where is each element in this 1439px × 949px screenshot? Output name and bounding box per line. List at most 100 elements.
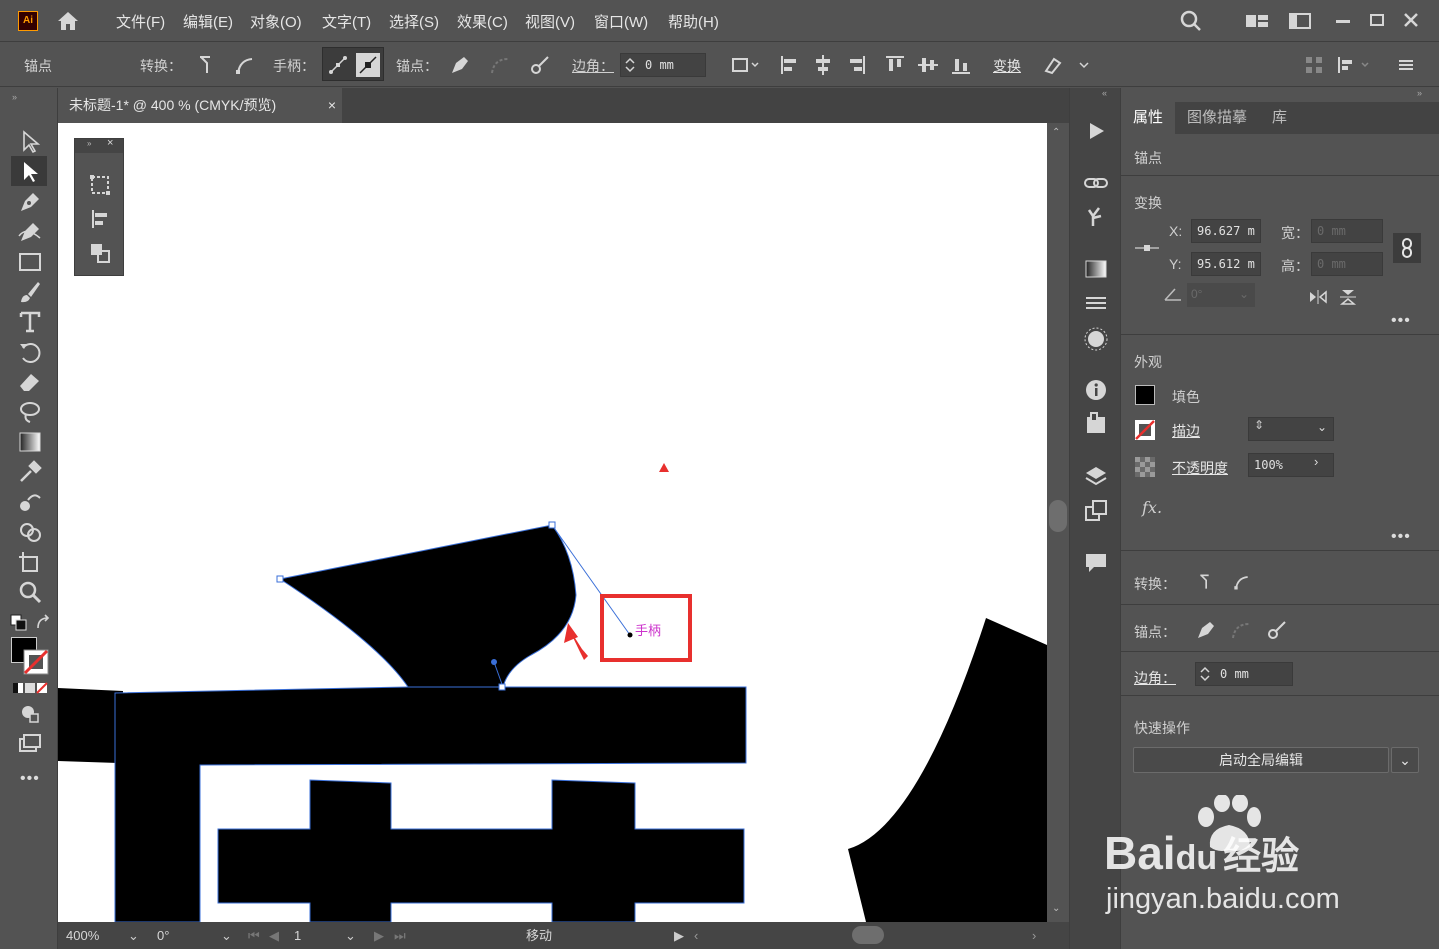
scroll-down-icon[interactable]: ⌄ bbox=[1052, 903, 1060, 914]
stroke-label[interactable]: 描边 bbox=[1172, 421, 1200, 441]
vertical-scroll-thumb[interactable] bbox=[1049, 500, 1067, 532]
align-bottom-icon[interactable] bbox=[949, 53, 973, 77]
minimize-icon[interactable] bbox=[1330, 9, 1356, 33]
fill-swatch[interactable] bbox=[1135, 385, 1155, 405]
control-transform-link[interactable]: 变换 bbox=[993, 56, 1021, 76]
workspace-icon[interactable] bbox=[1287, 9, 1313, 33]
shape-tools-icon[interactable] bbox=[730, 53, 762, 77]
swap-colors-icon[interactable] bbox=[34, 614, 52, 632]
last-artboard-icon[interactable]: ⏭ bbox=[394, 926, 406, 946]
align-top-icon[interactable] bbox=[883, 53, 907, 77]
rotation-value[interactable]: 0° bbox=[157, 926, 169, 946]
panel-menu-icon[interactable] bbox=[1394, 53, 1418, 77]
lasso-tool-icon[interactable] bbox=[16, 398, 44, 426]
next-artboard-icon[interactable]: ▶ bbox=[374, 926, 384, 946]
panel-cut-path-icon[interactable] bbox=[1265, 618, 1289, 642]
zoom-tool-icon[interactable] bbox=[16, 578, 44, 606]
links-icon[interactable] bbox=[1083, 170, 1109, 196]
y-position-field[interactable]: 95.612 m bbox=[1191, 252, 1261, 276]
curvature-tool-icon[interactable] bbox=[16, 218, 44, 246]
convert-corner-icon[interactable] bbox=[196, 53, 220, 77]
artwork[interactable] bbox=[58, 123, 1047, 922]
eraser-tool-icon[interactable] bbox=[16, 368, 44, 396]
vertical-scrollbar[interactable]: ⌃ ⌄ bbox=[1047, 123, 1069, 922]
tab-properties[interactable]: 属性 bbox=[1121, 102, 1176, 134]
panel-remove-anchor-icon[interactable] bbox=[1194, 618, 1218, 642]
artboard-tool-icon[interactable] bbox=[16, 548, 44, 576]
show-handles-icon[interactable] bbox=[326, 53, 350, 77]
fx-icon[interactable]: fx. bbox=[1142, 498, 1162, 517]
document-tab[interactable]: 未标题-1* @ 400 % (CMYK/预览) × bbox=[58, 88, 342, 123]
color-mode-icons[interactable] bbox=[12, 682, 48, 694]
floating-panel-header[interactable] bbox=[75, 139, 123, 153]
arrange-documents-icon[interactable] bbox=[1244, 9, 1270, 33]
menu-file[interactable]: 文件(F) bbox=[116, 11, 165, 32]
artboard-dropdown-icon[interactable]: ⌄ bbox=[345, 926, 356, 946]
transform-panel-icon[interactable] bbox=[88, 173, 112, 197]
close-window-icon[interactable] bbox=[1398, 9, 1424, 33]
status-action[interactable]: 移动 bbox=[526, 926, 552, 946]
zoom-level[interactable]: 400% bbox=[66, 926, 99, 946]
home-icon[interactable] bbox=[56, 10, 80, 32]
align-hcenter-icon[interactable] bbox=[811, 53, 835, 77]
artboards-panel-icon[interactable] bbox=[1083, 498, 1109, 524]
convert-smooth-icon[interactable] bbox=[232, 53, 256, 77]
cut-path-icon[interactable] bbox=[528, 53, 552, 77]
stroke-swatch[interactable] bbox=[1134, 419, 1156, 441]
blend-tool-icon[interactable] bbox=[16, 488, 44, 516]
draw-mode-icon[interactable] bbox=[16, 700, 44, 728]
rectangle-tool-icon[interactable] bbox=[16, 248, 44, 276]
prev-artboard-icon[interactable]: ◀ bbox=[269, 926, 279, 946]
eyedropper-tool-icon[interactable] bbox=[16, 458, 44, 486]
opacity-label[interactable]: 不透明度 bbox=[1172, 458, 1228, 478]
scroll-right-icon[interactable]: › bbox=[1032, 926, 1036, 946]
control-corner-label[interactable]: 边角： bbox=[572, 56, 614, 76]
hide-handles-icon[interactable] bbox=[356, 53, 380, 77]
info-icon[interactable] bbox=[1083, 377, 1109, 403]
stroke-weight-field[interactable]: ⇕ ⌄ bbox=[1248, 417, 1334, 441]
tab-libraries[interactable]: 库 bbox=[1260, 102, 1299, 134]
direct-selection-tool-icon[interactable] bbox=[16, 158, 44, 186]
distribute-icon[interactable] bbox=[1334, 53, 1374, 77]
collapse-dock-icon[interactable]: « bbox=[1102, 88, 1107, 98]
menu-window[interactable]: 窗口(W) bbox=[594, 11, 648, 32]
selection-tool-icon[interactable] bbox=[16, 128, 44, 156]
constrain-proportions-icon[interactable] bbox=[1393, 233, 1421, 263]
opacity-expand-icon[interactable]: › bbox=[1314, 454, 1318, 469]
panel-corner-stepper-icon[interactable] bbox=[1199, 666, 1211, 682]
screen-mode-icon[interactable] bbox=[16, 730, 44, 758]
appearance-panel-icon[interactable] bbox=[1083, 326, 1109, 352]
global-edit-button[interactable]: 启动全局编辑 bbox=[1133, 747, 1389, 773]
menu-effect[interactable]: 效果(C) bbox=[457, 11, 508, 32]
floating-close-icon[interactable]: × bbox=[107, 137, 113, 149]
flip-vertical-icon[interactable] bbox=[1337, 288, 1359, 306]
horizontal-scroll-thumb[interactable] bbox=[852, 926, 884, 944]
paintbrush-tool-icon[interactable] bbox=[16, 278, 44, 306]
transform-more-icon[interactable]: ••• bbox=[1391, 312, 1411, 330]
menu-edit[interactable]: 编辑(E) bbox=[183, 11, 233, 32]
appearance-more-icon[interactable]: ••• bbox=[1391, 528, 1411, 546]
x-position-field[interactable]: 96.627 m bbox=[1191, 219, 1261, 243]
close-document-icon[interactable]: × bbox=[328, 88, 336, 123]
scroll-left-icon[interactable]: ‹ bbox=[694, 926, 698, 946]
align-panel-icon[interactable] bbox=[88, 207, 112, 231]
corner-stepper-icon[interactable] bbox=[624, 57, 636, 73]
global-edit-dropdown[interactable]: ⌄ bbox=[1391, 747, 1419, 773]
search-icon[interactable] bbox=[1178, 9, 1204, 33]
gradient-panel-icon[interactable] bbox=[1083, 256, 1109, 282]
actions-icon[interactable] bbox=[1083, 118, 1109, 144]
isolate-icon[interactable] bbox=[1042, 53, 1092, 77]
expand-icon[interactable]: » bbox=[87, 139, 91, 148]
collapse-tools-icon[interactable]: » bbox=[12, 92, 17, 102]
default-colors-icon[interactable] bbox=[10, 614, 28, 632]
align-right-icon[interactable] bbox=[844, 53, 868, 77]
rotate-tool-icon[interactable] bbox=[16, 338, 44, 366]
status-menu-icon[interactable]: ▶ bbox=[674, 926, 684, 946]
stroke-panel-icon[interactable] bbox=[1083, 290, 1109, 316]
gradient-tool-icon[interactable] bbox=[16, 428, 44, 456]
more-tools-icon[interactable]: ••• bbox=[20, 770, 40, 788]
artboard-number[interactable]: 1 bbox=[294, 926, 301, 946]
shape-builder-tool-icon[interactable] bbox=[16, 518, 44, 546]
layers-icon[interactable] bbox=[1083, 463, 1109, 489]
type-tool-icon[interactable] bbox=[16, 308, 44, 336]
